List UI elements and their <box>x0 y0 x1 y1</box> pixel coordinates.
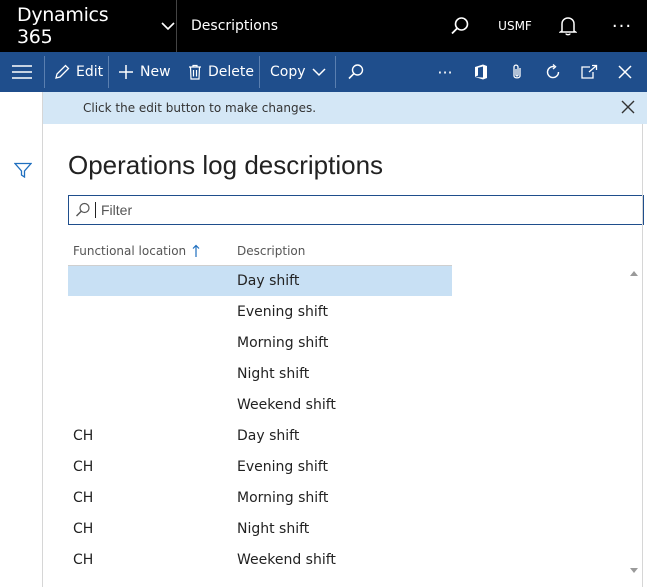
top-navigation-bar: Dynamics 365 Descriptions USMF ··· <box>0 0 647 52</box>
message-text: Click the edit button to make changes. <box>83 101 317 115</box>
cell-description[interactable]: Evening shift <box>237 304 328 320</box>
action-separator <box>335 56 336 88</box>
pencil-icon <box>55 64 70 79</box>
notifications-button[interactable] <box>539 0 597 52</box>
cell-functional-location[interactable]: CH <box>73 428 93 444</box>
cell-description[interactable]: Night shift <box>237 521 309 537</box>
copy-label: Copy <box>270 64 306 80</box>
action-separator <box>259 56 260 88</box>
scroll-down-arrow-icon[interactable] <box>630 568 638 574</box>
navigation-menu-button[interactable] <box>0 52 44 92</box>
more-actions-button[interactable]: ··· <box>428 52 462 92</box>
delete-button[interactable]: Delete <box>188 52 254 92</box>
cell-functional-location[interactable]: CH <box>73 521 93 537</box>
table-row[interactable]: Weekend shift <box>68 390 628 421</box>
funnel-icon <box>13 162 33 179</box>
filter-box[interactable] <box>68 195 644 225</box>
find-button[interactable] <box>339 52 373 92</box>
grid-scrollbar[interactable] <box>628 266 640 582</box>
table-row[interactable]: CH Weekend shift <box>68 545 628 576</box>
search-icon <box>76 202 90 217</box>
action-pane: Edit New Delete Copy ··· <box>0 52 647 92</box>
text-caret <box>95 202 96 218</box>
cell-description[interactable]: Night shift <box>237 366 309 382</box>
table-row[interactable]: Morning shift <box>68 328 628 359</box>
action-separator <box>108 56 109 88</box>
global-search-button[interactable] <box>435 0 485 52</box>
page-title: Operations log descriptions <box>68 150 384 180</box>
scroll-up-arrow-icon[interactable] <box>630 270 638 276</box>
delete-label: Delete <box>208 64 254 80</box>
app-name: Dynamics 365 <box>17 4 109 48</box>
refresh-button[interactable] <box>536 52 570 92</box>
cell-description[interactable]: Evening shift <box>237 459 328 475</box>
bell-icon <box>559 17 577 36</box>
action-separator <box>44 56 45 88</box>
column-header-functional-location[interactable]: Functional location <box>73 244 200 258</box>
grid-header: Functional location Description <box>68 240 628 264</box>
cell-description[interactable]: Weekend shift <box>237 397 336 413</box>
attachments-button[interactable] <box>500 52 534 92</box>
pane-border <box>642 124 643 587</box>
popout-icon <box>581 64 598 79</box>
more-options-button[interactable]: ··· <box>597 0 647 52</box>
close-page-button[interactable] <box>608 52 642 92</box>
cell-description[interactable]: Day shift <box>237 273 299 289</box>
new-button[interactable]: New <box>118 52 171 92</box>
cell-functional-location[interactable]: CH <box>73 490 93 506</box>
copy-menu-button[interactable]: Copy <box>270 52 326 92</box>
table-row[interactable]: Night shift <box>68 359 628 390</box>
cell-functional-location[interactable]: CH <box>73 459 93 475</box>
edit-button[interactable]: Edit <box>54 52 103 92</box>
breadcrumb-current: Descriptions <box>191 18 279 34</box>
column-header-label: Functional location <box>73 244 187 258</box>
refresh-icon <box>546 63 560 79</box>
plus-icon <box>119 65 133 79</box>
show-filters-button[interactable] <box>13 162 33 182</box>
app-switcher[interactable]: Dynamics 365 <box>0 0 177 52</box>
table-row[interactable]: CH Day shift <box>68 421 628 452</box>
column-header-description[interactable]: Description <box>237 244 305 258</box>
table-row[interactable]: CH Evening shift <box>68 452 628 483</box>
office-button[interactable] <box>464 52 498 92</box>
filter-input[interactable] <box>101 202 621 218</box>
edit-label: Edit <box>76 64 104 80</box>
breadcrumb[interactable]: Descriptions <box>191 0 278 52</box>
table-row[interactable]: Evening shift <box>68 297 628 328</box>
chevron-down-icon <box>311 68 326 77</box>
new-label: New <box>140 64 171 80</box>
office-icon <box>475 64 487 80</box>
sort-ascending-icon <box>192 244 200 257</box>
dismiss-message-button[interactable] <box>621 100 635 117</box>
chevron-down-icon <box>160 18 176 34</box>
open-new-window-button[interactable] <box>572 52 606 92</box>
table-row[interactable]: CH Night shift <box>68 514 628 545</box>
trash-icon <box>189 64 201 80</box>
search-icon <box>348 64 364 80</box>
close-icon <box>621 100 635 114</box>
close-icon <box>618 65 632 79</box>
main-content: Operations log descriptions Functional l… <box>43 124 647 587</box>
cell-description[interactable]: Day shift <box>237 428 299 444</box>
message-bar: Click the edit button to make changes. <box>43 92 647 124</box>
descriptions-grid: Day shift Evening shift Morning shift Night… <box>68 266 628 576</box>
table-row[interactable]: CH Morning shift <box>68 483 628 514</box>
top-right-toolbar: USMF ··· <box>435 0 647 52</box>
table-row[interactable]: Day shift <box>68 266 628 297</box>
paperclip-icon <box>513 64 521 79</box>
search-icon <box>451 17 469 35</box>
cell-functional-location[interactable]: CH <box>73 552 93 568</box>
cell-description[interactable]: Morning shift <box>237 335 328 351</box>
cell-description[interactable]: Morning shift <box>237 490 328 506</box>
cell-description[interactable]: Weekend shift <box>237 552 336 568</box>
column-header-label: Description <box>237 244 306 258</box>
hamburger-icon <box>12 65 32 79</box>
left-rail <box>0 92 43 587</box>
company-picker[interactable]: USMF <box>491 0 539 52</box>
